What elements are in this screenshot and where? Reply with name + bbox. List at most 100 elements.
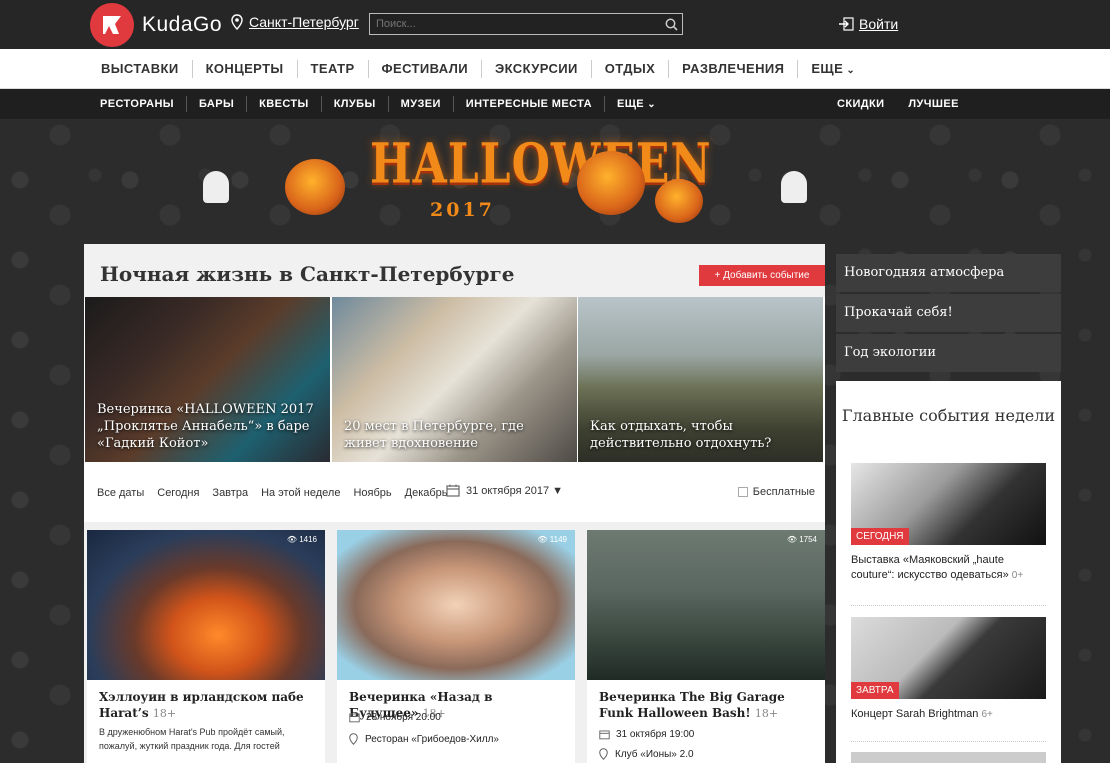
nav-entertainment[interactable]: РАЗВЛЕЧЕНИЯ [668, 60, 797, 78]
event-title: Вечеринка The Big Garage Funk Halloween … [599, 689, 815, 722]
filter-today[interactable]: Сегодня [157, 487, 199, 499]
views-counter: 👁 1149 [537, 535, 567, 544]
filter-all-dates[interactable]: Все даты [97, 487, 144, 499]
filter-this-week[interactable]: На этой неделе [261, 487, 340, 499]
highlight-title: Концерт Sarah Brightman [851, 708, 979, 720]
highlight-title: Выставка «Маяковский „haute couture“: ис… [851, 554, 1009, 581]
age-rating: 0+ [1011, 570, 1024, 581]
event-date: 28 ноября 20:00 [349, 712, 441, 723]
event-image [337, 530, 575, 680]
sidebar-link-self-improve[interactable]: Прокачай себя! [836, 294, 1061, 332]
filter-november[interactable]: Ноябрь [353, 487, 391, 499]
nav-exhibitions[interactable]: ВЫСТАВКИ [88, 60, 192, 78]
logo[interactable]: KudaGo [90, 3, 222, 47]
eye-icon: 👁 [537, 535, 550, 544]
ghost-icon [203, 171, 229, 203]
subnav-restaurants[interactable]: РЕСТОРАНЫ [88, 96, 186, 112]
highlight-image: СЕГОДНЯ [851, 463, 1046, 545]
highlight-text: Выставка «Маяковский „haute couture“: ис… [851, 553, 1046, 583]
eye-icon: 👁 [286, 535, 300, 544]
event-image [587, 530, 825, 680]
ghost-icon [781, 171, 807, 203]
page-title: Ночная жизнь в Санкт-Петербурге [100, 262, 515, 286]
highlight-badge: СЕГОДНЯ [851, 528, 909, 545]
nav-festivals[interactable]: ФЕСТИВАЛИ [367, 60, 481, 78]
featured-card[interactable]: Вечеринка «HALLOWEEN 2017 „Проклятье Анн… [85, 297, 330, 462]
banner-year: 2017 [430, 199, 495, 221]
highlight-badge: ЗАВТРА [851, 682, 899, 699]
search-box [369, 13, 683, 35]
free-label: Бесплатные [752, 486, 815, 498]
event-title: Хэллоуин в ирландском пабе Harat’s 18+ [99, 689, 315, 722]
event-card[interactable]: 👁 1149 Вечеринка «Назад в Будущее» 18+ 2… [337, 530, 575, 763]
chevron-down-icon: ⌄ [644, 99, 657, 110]
featured-caption: Как отдыхать, чтобы действительно отдохн… [590, 419, 772, 451]
pumpkin-icon [577, 151, 645, 215]
nav-excursions[interactable]: ЭКСКУРСИИ [480, 60, 591, 78]
event-date-text: 31 октября 19:00 [616, 729, 695, 740]
location-pin-icon [231, 14, 243, 30]
views-counter: 👁 1416 [287, 535, 317, 544]
main-content: Ночная жизнь в Санкт-Петербурге + Добави… [84, 244, 825, 763]
login-icon [839, 17, 854, 31]
nav-theatre[interactable]: ТЕАТР [296, 60, 368, 78]
subnav-clubs[interactable]: КЛУБЫ [320, 96, 388, 112]
nav-concerts[interactable]: КОНЦЕРТЫ [191, 60, 297, 78]
event-place-text: Ресторан «Грибоедов-Хилл» [365, 733, 499, 745]
filter-december[interactable]: Декабрь [405, 487, 448, 499]
divider [851, 741, 1046, 742]
halloween-banner[interactable]: HALLOWEEN 2017 [0, 119, 1110, 244]
search-input[interactable] [370, 18, 660, 30]
highlight-item[interactable]: СЕГОДНЯ Выставка «Маяковский „haute cout… [851, 463, 1046, 583]
age-rating: 18+ [152, 707, 177, 720]
login-label: Войти [859, 16, 899, 32]
subnav-bars[interactable]: БАРЫ [185, 96, 246, 112]
weekly-highlights: Главные события недели СЕГОДНЯ Выставка … [836, 381, 1061, 763]
filter-tomorrow[interactable]: Завтра [212, 487, 248, 499]
subnav-places[interactable]: ИНТЕРЕСНЫЕ МЕСТА [452, 96, 604, 112]
subnav-quests[interactable]: КВЕСТЫ [246, 96, 321, 112]
event-card[interactable]: 👁 1416 Хэллоуин в ирландском пабе Harat’… [87, 530, 325, 763]
content-header: Ночная жизнь в Санкт-Петербурге + Добави… [84, 244, 825, 297]
nav-more[interactable]: ЕЩЕ ⌄ [797, 60, 868, 78]
selected-date: 31 октября 2017 ▼ [466, 484, 564, 497]
city-selector[interactable]: Санкт-Петербург [231, 14, 359, 30]
event-card[interactable]: 👁 1754 Вечеринка The Big Garage Funk Hal… [587, 530, 825, 763]
free-filter[interactable]: Бесплатные [737, 486, 815, 498]
search-icon[interactable] [660, 14, 682, 34]
highlight-item[interactable] [851, 752, 1046, 763]
nav-leisure[interactable]: ОТДЫХ [590, 60, 668, 78]
weekly-highlights-title: Главные события недели [841, 406, 1056, 425]
date-picker[interactable]: 31 октября 2017 ▼ [446, 484, 563, 497]
highlight-image: ЗАВТРА [851, 617, 1046, 699]
event-place[interactable]: Клуб «Ионы» 2.0 [599, 748, 694, 760]
views-count: 1149 [549, 535, 567, 544]
highlight-image [851, 752, 1046, 763]
logo-icon [90, 3, 134, 47]
pumpkin-icon [285, 159, 345, 215]
subnav-museums[interactable]: МУЗЕИ [387, 96, 453, 112]
event-place[interactable]: Ресторан «Грибоедов-Хилл» [349, 733, 499, 745]
event-date: 31 октября 19:00 [599, 729, 694, 740]
subnav-more[interactable]: ЕЩЕ ⌄ [603, 96, 668, 112]
calendar-icon [599, 730, 610, 740]
sidebar-link-ecology[interactable]: Год экологии [836, 334, 1061, 372]
subnav-discounts[interactable]: СКИДКИ [825, 96, 896, 112]
main-nav: ВЫСТАВКИ КОНЦЕРТЫ ТЕАТР ФЕСТИВАЛИ ЭКСКУР… [0, 49, 1110, 89]
highlight-item[interactable]: ЗАВТРА Концерт Sarah Brightman 6+ [851, 617, 1046, 722]
featured-card[interactable]: Как отдыхать, чтобы действительно отдохн… [578, 297, 823, 462]
highlight-text: Концерт Sarah Brightman 6+ [851, 707, 1046, 722]
sidebar-link-new-year[interactable]: Новогодняя атмосфера [836, 254, 1061, 292]
subnav-best[interactable]: ЛУЧШЕЕ [896, 96, 970, 112]
location-pin-icon [349, 733, 358, 745]
free-checkbox[interactable] [737, 487, 748, 497]
add-event-button[interactable]: + Добавить событие [699, 265, 825, 286]
sidebar-links: Новогодняя атмосфера Прокачай себя! Год … [836, 254, 1061, 374]
event-image [87, 530, 325, 680]
pumpkin-icon [655, 179, 703, 223]
login-link[interactable]: Войти [838, 16, 898, 32]
top-bar: KudaGo Санкт-Петербург Войти [0, 0, 1110, 49]
city-name: Санкт-Петербург [249, 14, 359, 30]
featured-card[interactable]: 20 мест в Петербурге, где живет вдохнове… [332, 297, 577, 462]
featured-caption: Вечеринка «HALLOWEEN 2017 „Проклятье Анн… [97, 402, 314, 451]
